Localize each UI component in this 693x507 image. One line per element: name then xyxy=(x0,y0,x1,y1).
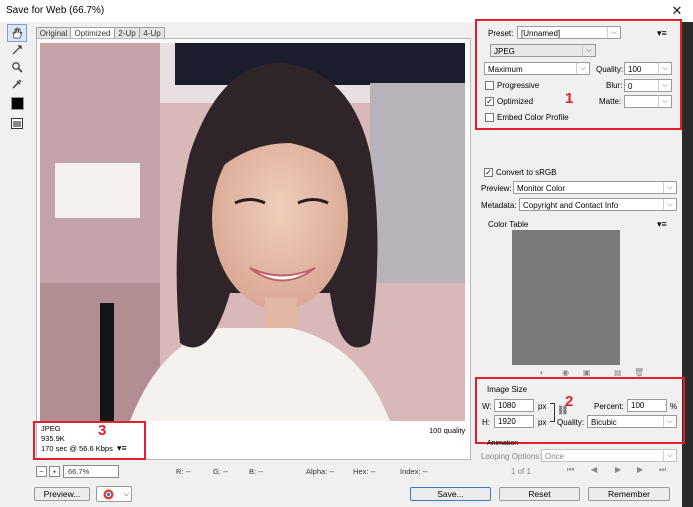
chevron-down-icon: ⌵ xyxy=(123,491,129,498)
trash-icon[interactable]: 🗑 xyxy=(634,368,644,377)
frame-counter: 1 of 1 xyxy=(511,467,532,476)
looping-value: Once xyxy=(545,452,565,461)
preview-mode-select[interactable]: Monitor Color ⌵ xyxy=(513,181,677,194)
metadata-label: Metadata: xyxy=(481,201,517,210)
status-bar: − + 66.7% R: -- G: -- B: -- Alpha: -- He… xyxy=(36,465,476,478)
status-r: R: -- xyxy=(176,467,191,476)
annotation-number-2: 2 xyxy=(565,393,574,410)
chevron-down-icon: ⌵ xyxy=(663,450,676,461)
color-table-menu-icon[interactable]: ▾≡ xyxy=(657,219,667,230)
first-frame-icon[interactable]: ⏮ xyxy=(567,465,574,475)
lock-color-icon[interactable]: ▣ xyxy=(583,368,591,377)
eyedropper-color-swatch[interactable] xyxy=(7,94,27,112)
zoom-out-button[interactable]: − xyxy=(36,466,47,477)
preview-button[interactable]: Preview... xyxy=(34,487,90,501)
status-b: B: -- xyxy=(249,467,264,476)
color-table-label: Color Table xyxy=(488,220,529,229)
chevron-down-icon: ⌵ xyxy=(663,199,676,210)
zoom-tool-icon[interactable] xyxy=(7,58,27,76)
preview-mode-label: Preview: xyxy=(481,184,512,193)
reset-button[interactable]: Reset xyxy=(499,487,580,501)
annotation-box-3 xyxy=(33,421,146,460)
annotation-number-1: 1 xyxy=(565,90,574,107)
web-shift-icon[interactable]: ◉ xyxy=(562,368,569,377)
preview-mode-value: Monitor Color xyxy=(517,184,566,193)
looping-label: Looping Options: xyxy=(481,452,542,461)
convert-srgb-checkbox[interactable]: ✓ xyxy=(484,168,493,177)
zoom-level-field[interactable]: 66.7% xyxy=(63,465,119,478)
animation-title: Animation xyxy=(487,440,519,446)
annotation-number-3: 3 xyxy=(98,422,107,439)
animation-controls: ⏮ ◀ ▶ ▶ ⏭ xyxy=(563,465,675,476)
annotation-box-2 xyxy=(475,377,685,444)
save-button[interactable]: Save... xyxy=(410,487,491,501)
browser-select[interactable]: ⌵ xyxy=(96,486,132,502)
convert-srgb-label: Convert to sRGB xyxy=(496,168,557,177)
preview-photo xyxy=(40,43,465,421)
next-frame-icon[interactable]: ▶ xyxy=(637,465,643,474)
metadata-select[interactable]: Copyright and Contact Info ⌵ xyxy=(519,198,677,211)
play-icon[interactable]: ▶ xyxy=(615,465,621,474)
window-title: Save for Web (66.7%) xyxy=(6,5,105,16)
info-quality: 100 quality xyxy=(429,426,466,435)
tool-column xyxy=(4,24,28,134)
previous-frame-icon[interactable]: ◀ xyxy=(591,465,597,474)
status-alpha: Alpha: -- xyxy=(306,467,335,476)
new-color-icon[interactable]: ▤ xyxy=(614,368,622,377)
annotation-box-1 xyxy=(475,19,682,130)
zoom-in-button[interactable]: + xyxy=(49,466,60,477)
map-color-icon[interactable]: ◗ xyxy=(539,368,544,377)
color-table-swatches[interactable] xyxy=(512,230,620,365)
status-g: G: -- xyxy=(213,467,228,476)
optimized-preview-pane[interactable] xyxy=(36,38,471,423)
remember-button[interactable]: Remember xyxy=(588,487,670,501)
toggle-slices-icon[interactable] xyxy=(7,114,27,132)
browser-icon xyxy=(103,489,114,500)
eyedropper-tool-icon[interactable] xyxy=(7,75,27,93)
last-frame-icon[interactable]: ⏭ xyxy=(659,465,666,475)
metadata-value: Copyright and Contact Info xyxy=(523,201,619,210)
hand-tool-icon[interactable] xyxy=(7,24,27,42)
looping-select[interactable]: Once ⌵ xyxy=(541,449,677,462)
slice-select-tool-icon[interactable] xyxy=(7,41,27,59)
status-index: Index: -- xyxy=(400,467,428,476)
chevron-down-icon: ⌵ xyxy=(663,182,676,193)
close-icon[interactable]: ✕ xyxy=(664,2,690,20)
status-hex: Hex: -- xyxy=(353,467,376,476)
